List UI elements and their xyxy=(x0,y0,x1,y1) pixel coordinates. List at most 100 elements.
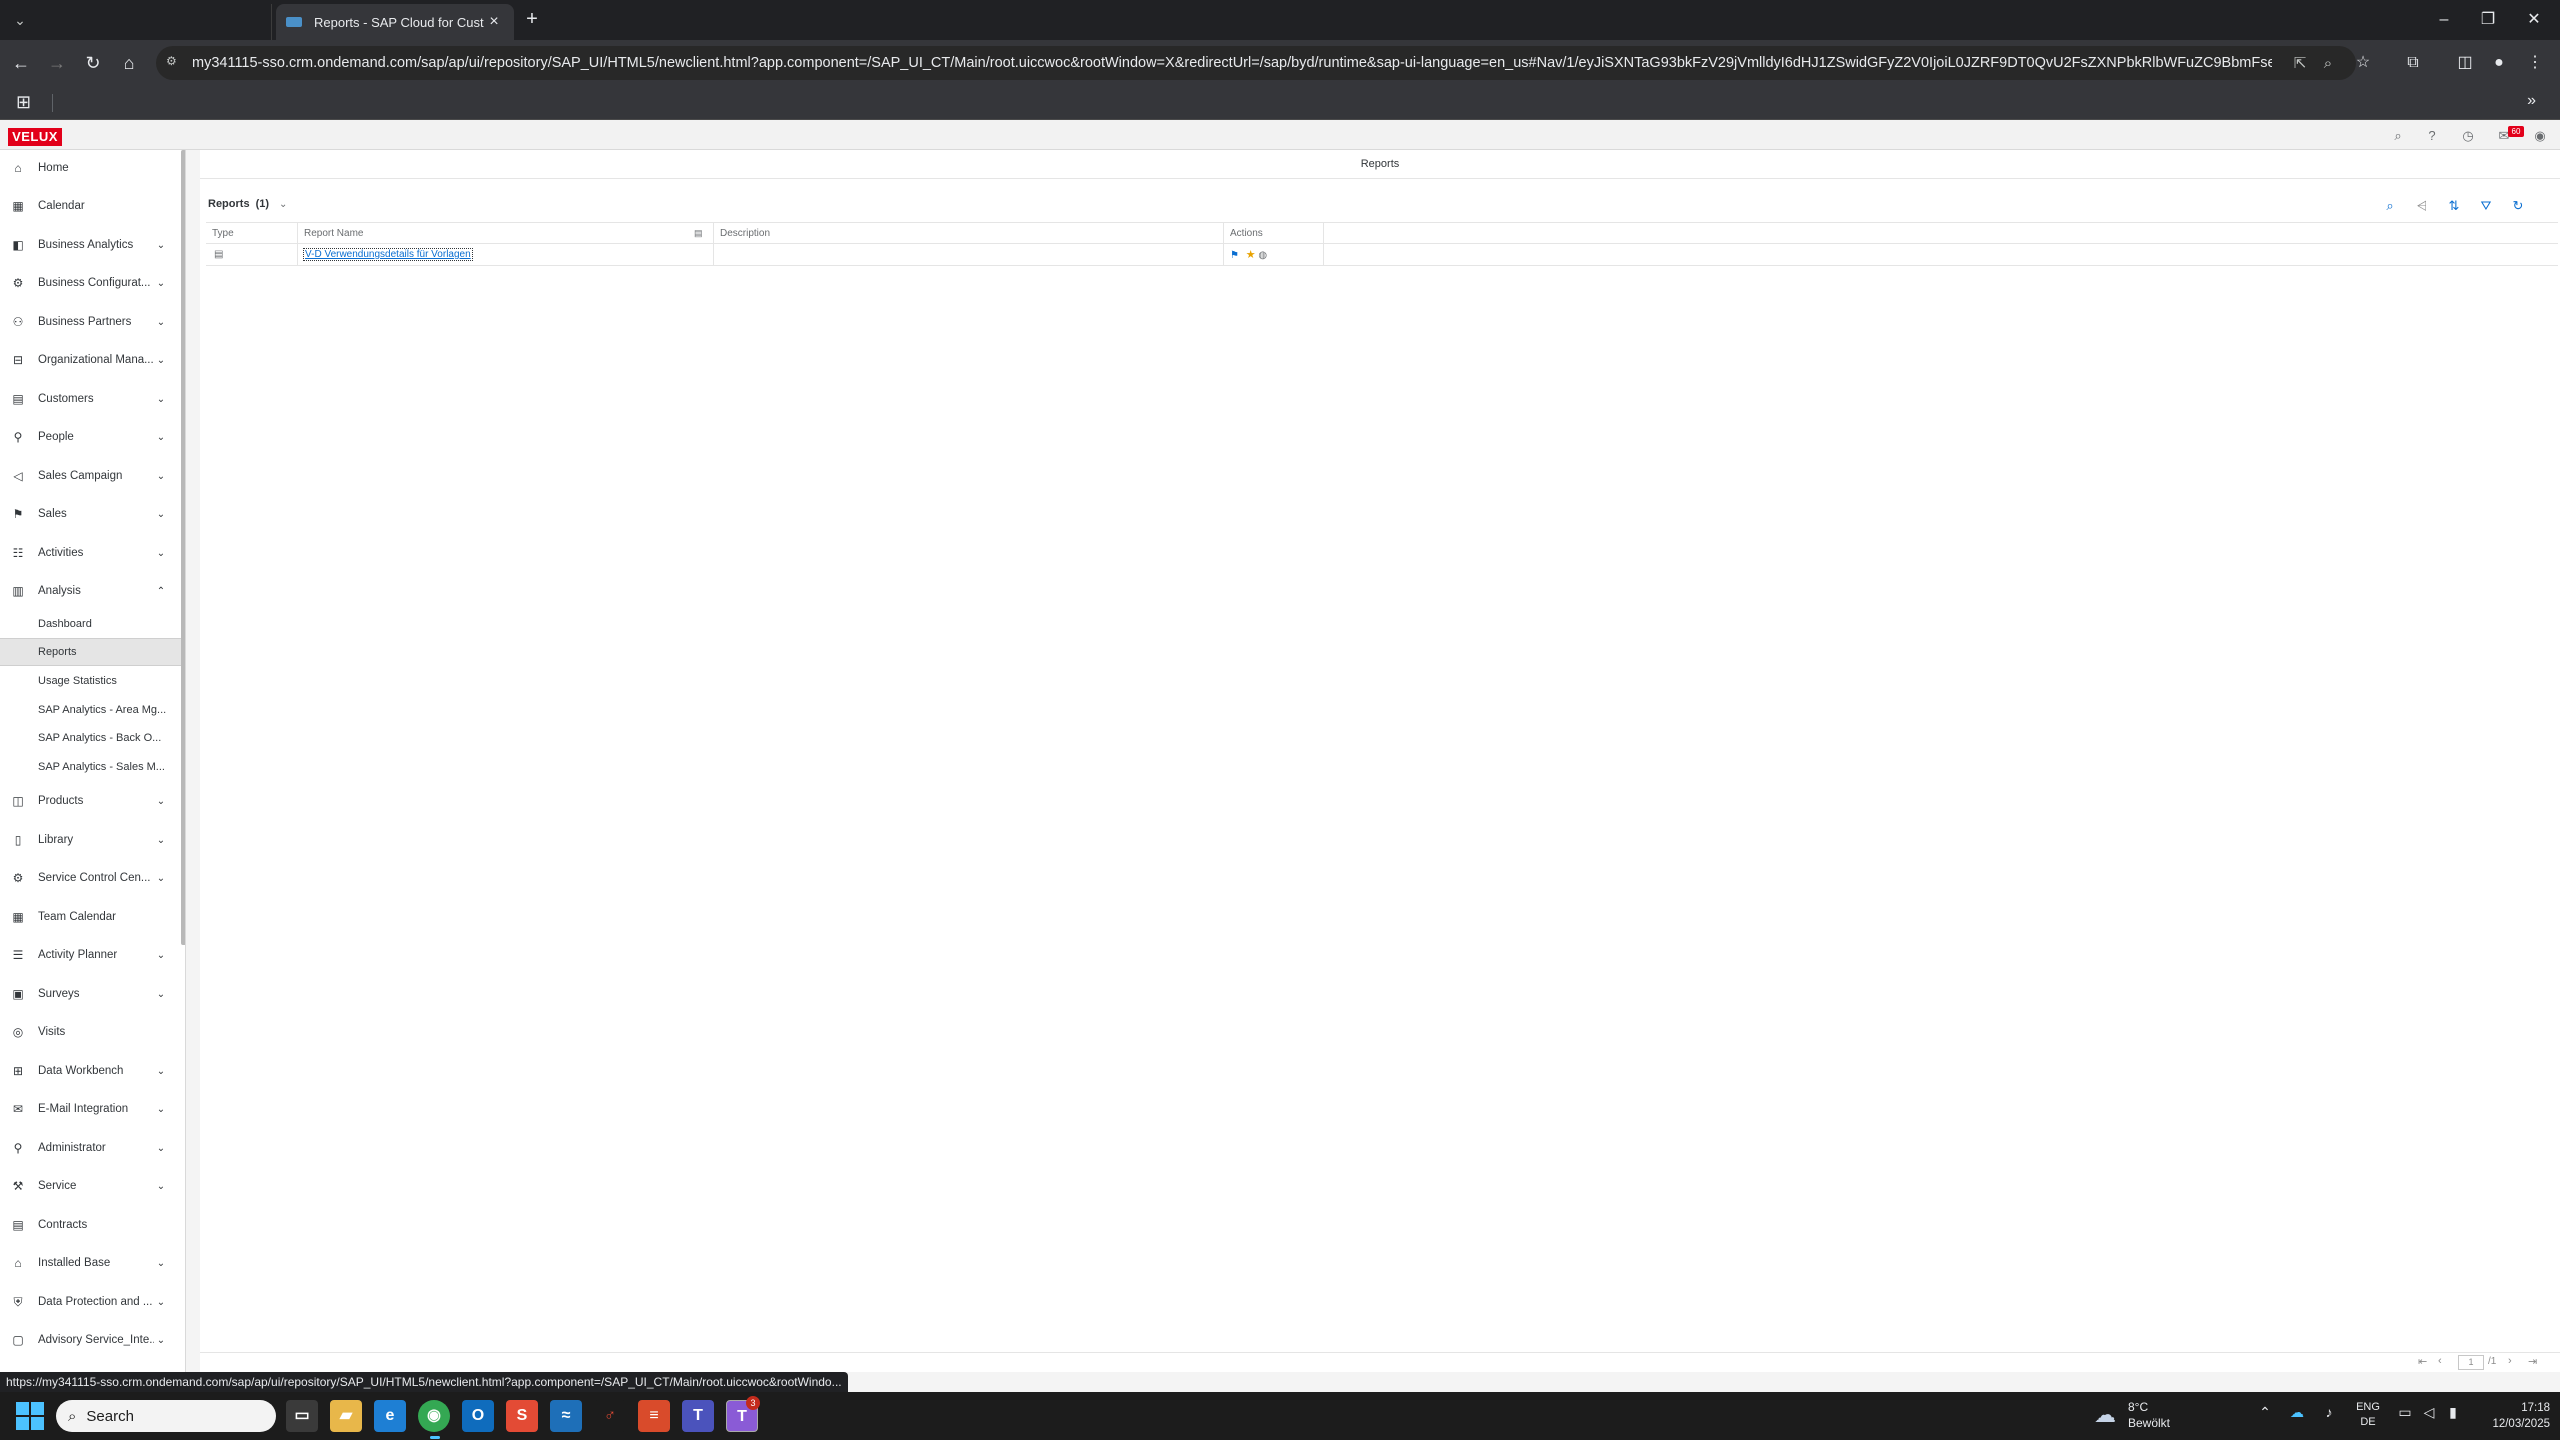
close-tab-icon[interactable]: × xyxy=(484,13,504,31)
input-language[interactable]: ENG DE xyxy=(2354,1400,2382,1430)
sidebar-item-analysis[interactable]: ▥ Analysis ⌃ xyxy=(0,573,180,609)
sidebar-subitem-sap-analytics-back[interactable]: SAP Analytics - Back O... xyxy=(0,724,184,752)
url-text[interactable]: my341115-sso.crm.ondemand.com/sap/ap/ui/… xyxy=(192,55,2272,71)
taskbar-search[interactable]: ⌕ Search xyxy=(56,1400,276,1432)
sidebar-item-visits[interactable]: ◎ Visits xyxy=(0,1014,180,1050)
chevron-down-icon[interactable]: ⌄ xyxy=(154,796,168,807)
zoom-icon[interactable]: ⌕ xyxy=(2318,54,2338,74)
next-page-icon[interactable]: › xyxy=(2508,1355,2512,1367)
sidebar-item-surveys[interactable]: ▣ Surveys ⌄ xyxy=(0,976,180,1012)
sidebar-item-business-analytics[interactable]: ◧ Business Analytics ⌄ xyxy=(0,227,180,263)
shell-search-icon[interactable]: ⌕ xyxy=(2388,126,2408,146)
sidebar-item-service-control-center[interactable]: ⚙ Service Control Cen... ⌄ xyxy=(0,860,180,896)
address-bar[interactable]: ⚙ my341115-sso.crm.ondemand.com/sap/ap/u… xyxy=(156,46,2356,80)
sidebar-item-team-calendar[interactable]: ▦ Team Calendar xyxy=(0,899,180,935)
chevron-down-icon[interactable]: ⌄ xyxy=(154,950,168,961)
edge-icon[interactable]: e xyxy=(374,1400,406,1432)
refresh-icon[interactable]: ↻ xyxy=(2508,196,2528,216)
sidebar-item-service[interactable]: ⚒ Service ⌄ xyxy=(0,1168,180,1204)
column-settings-icon[interactable]: ▤ xyxy=(694,228,703,239)
chevron-down-icon[interactable]: ⌄ xyxy=(154,317,168,328)
sidebar-item-contracts[interactable]: ▤ Contracts xyxy=(0,1207,180,1243)
teams-icon[interactable]: T xyxy=(682,1400,714,1432)
chevron-down-icon[interactable]: ⌄ xyxy=(154,1066,168,1077)
task-view-icon[interactable]: ▭ xyxy=(286,1400,318,1432)
sidebar-item-products[interactable]: ◫ Products ⌄ xyxy=(0,783,180,819)
filter-icon[interactable]: ⛛ xyxy=(2476,196,2496,216)
bookmarks-overflow-icon[interactable]: » xyxy=(2527,92,2536,110)
shell-history-icon[interactable]: ◷ xyxy=(2458,126,2478,146)
sidebar-item-calendar[interactable]: ▦ Calendar xyxy=(0,188,180,224)
browser-tab-active[interactable]: Reports - SAP Cloud for Custom × xyxy=(276,4,514,40)
battery-icon[interactable]: ▮ xyxy=(2442,1404,2464,1421)
chevron-down-icon[interactable]: ⌄ xyxy=(154,873,168,884)
report-name-link[interactable]: V-D Verwendungsdetails für Vorlagen xyxy=(303,248,473,261)
favorite-star-icon[interactable]: ★ xyxy=(1246,249,1256,261)
new-tab-icon[interactable]: + xyxy=(520,8,544,32)
chevron-down-icon[interactable]: ⌄ xyxy=(154,1181,168,1192)
git-icon[interactable]: ♂ xyxy=(594,1400,626,1432)
chevron-down-icon[interactable]: ⌄ xyxy=(154,1258,168,1269)
volume-icon[interactable]: ◁ xyxy=(2418,1404,2440,1421)
sidebar-subitem-dashboard[interactable]: Dashboard xyxy=(0,610,184,638)
chevron-up-icon[interactable]: ⌃ xyxy=(154,586,168,597)
sidebar-item-installed-base[interactable]: ⌂ Installed Base ⌄ xyxy=(0,1245,180,1281)
chevron-down-icon[interactable]: ⌄ xyxy=(279,199,287,210)
sidebar-item-people[interactable]: ⚲ People ⌄ xyxy=(0,419,180,455)
shell-help-icon[interactable]: ? xyxy=(2422,126,2442,146)
chrome-icon[interactable]: ◉ xyxy=(418,1400,450,1432)
restore-icon[interactable]: ❐ xyxy=(2468,6,2508,34)
sidebar-item-activity-planner[interactable]: ☰ Activity Planner ⌄ xyxy=(0,937,180,973)
chevron-down-icon[interactable]: ⌄ xyxy=(154,394,168,405)
sidebar-subitem-sap-analytics-sales[interactable]: SAP Analytics - Sales M... xyxy=(0,753,184,781)
sidebar-item-email-integration[interactable]: ✉ E-Mail Integration ⌄ xyxy=(0,1091,180,1127)
minimize-icon[interactable]: – xyxy=(2424,6,2464,34)
sidebar-item-business-configuration[interactable]: ⚙ Business Configurat... ⌄ xyxy=(0,265,180,301)
sidebar-item-customers[interactable]: ▤ Customers ⌄ xyxy=(0,381,180,417)
velux-logo[interactable]: VELUX xyxy=(8,128,62,146)
chevron-down-icon[interactable]: ⌄ xyxy=(154,835,168,846)
last-page-icon[interactable]: ⇥ xyxy=(2528,1355,2537,1368)
sap-icon[interactable]: ≈ xyxy=(550,1400,582,1432)
globe-icon[interactable]: ◍ xyxy=(1258,250,1267,261)
sidebar-item-data-protection[interactable]: ⛨ Data Protection and ... ⌄ xyxy=(0,1284,180,1320)
chevron-down-icon[interactable]: ⌄ xyxy=(154,1104,168,1115)
home-browser-icon[interactable]: ⌂ xyxy=(116,50,142,76)
sort-icon[interactable]: ⇅ xyxy=(2444,196,2464,216)
weather-widget[interactable]: ☁ 8°C Bewölkt xyxy=(2094,1398,2194,1434)
apps-grid-icon[interactable]: ⊞ xyxy=(16,92,31,113)
sidebar-item-library[interactable]: ▯ Library ⌄ xyxy=(0,822,180,858)
chevron-down-icon[interactable]: ⌄ xyxy=(154,278,168,289)
back-icon[interactable]: ← xyxy=(8,50,34,76)
bookmark-star-icon[interactable]: ☆ xyxy=(2350,50,2376,76)
chevron-down-icon[interactable]: ⌄ xyxy=(154,989,168,1000)
sidebar-subitem-usage-statistics[interactable]: Usage Statistics xyxy=(0,667,184,695)
sidebar-item-sales[interactable]: ⚑ Sales ⌄ xyxy=(0,496,180,532)
chevron-down-icon[interactable]: ⌄ xyxy=(154,1143,168,1154)
microphone-icon[interactable]: ♪ xyxy=(2318,1404,2340,1420)
sidebar-item-home[interactable]: ⌂ Home xyxy=(0,150,180,186)
tray-chevron-up-icon[interactable]: ⌃ xyxy=(2254,1404,2276,1421)
tab-search-icon[interactable]: ⌄ xyxy=(8,8,32,32)
sidebar-icon[interactable]: ◫ xyxy=(2452,50,2478,76)
browser-menu-icon[interactable]: ⋮ xyxy=(2522,50,2548,76)
sidebar-item-activities[interactable]: ☷ Activities ⌄ xyxy=(0,535,180,571)
flag-icon[interactable]: ⚑ xyxy=(1230,250,1239,261)
sidebar-item-organizational-management[interactable]: ⊟ Organizational Mana... ⌄ xyxy=(0,342,180,378)
browser-tab-empty[interactable] xyxy=(40,4,272,40)
sidebar-item-business-partners[interactable]: ⚇ Business Partners ⌄ xyxy=(0,304,180,340)
sidebar-item-administrator[interactable]: ⚲ Administrator ⌄ xyxy=(0,1130,180,1166)
chevron-down-icon[interactable]: ⌄ xyxy=(154,548,168,559)
page-number-input[interactable]: 1 xyxy=(2458,1355,2484,1370)
sidebar-item-sales-campaign[interactable]: ◁ Sales Campaign ⌄ xyxy=(0,458,180,494)
outlook-icon[interactable]: O xyxy=(462,1400,494,1432)
previous-page-icon[interactable]: ‹ xyxy=(2438,1355,2442,1367)
chevron-down-icon[interactable]: ⌄ xyxy=(154,1335,168,1346)
forward-icon[interactable]: → xyxy=(44,50,70,76)
site-info-icon[interactable]: ⚙ xyxy=(166,54,184,72)
chevron-down-icon[interactable]: ⌄ xyxy=(154,432,168,443)
sidebar-subitem-reports[interactable]: Reports xyxy=(0,638,184,666)
chevron-down-icon[interactable]: ⌄ xyxy=(154,1297,168,1308)
column-header-description[interactable]: Description xyxy=(714,223,1224,245)
profile-icon[interactable]: ● xyxy=(2486,50,2512,76)
